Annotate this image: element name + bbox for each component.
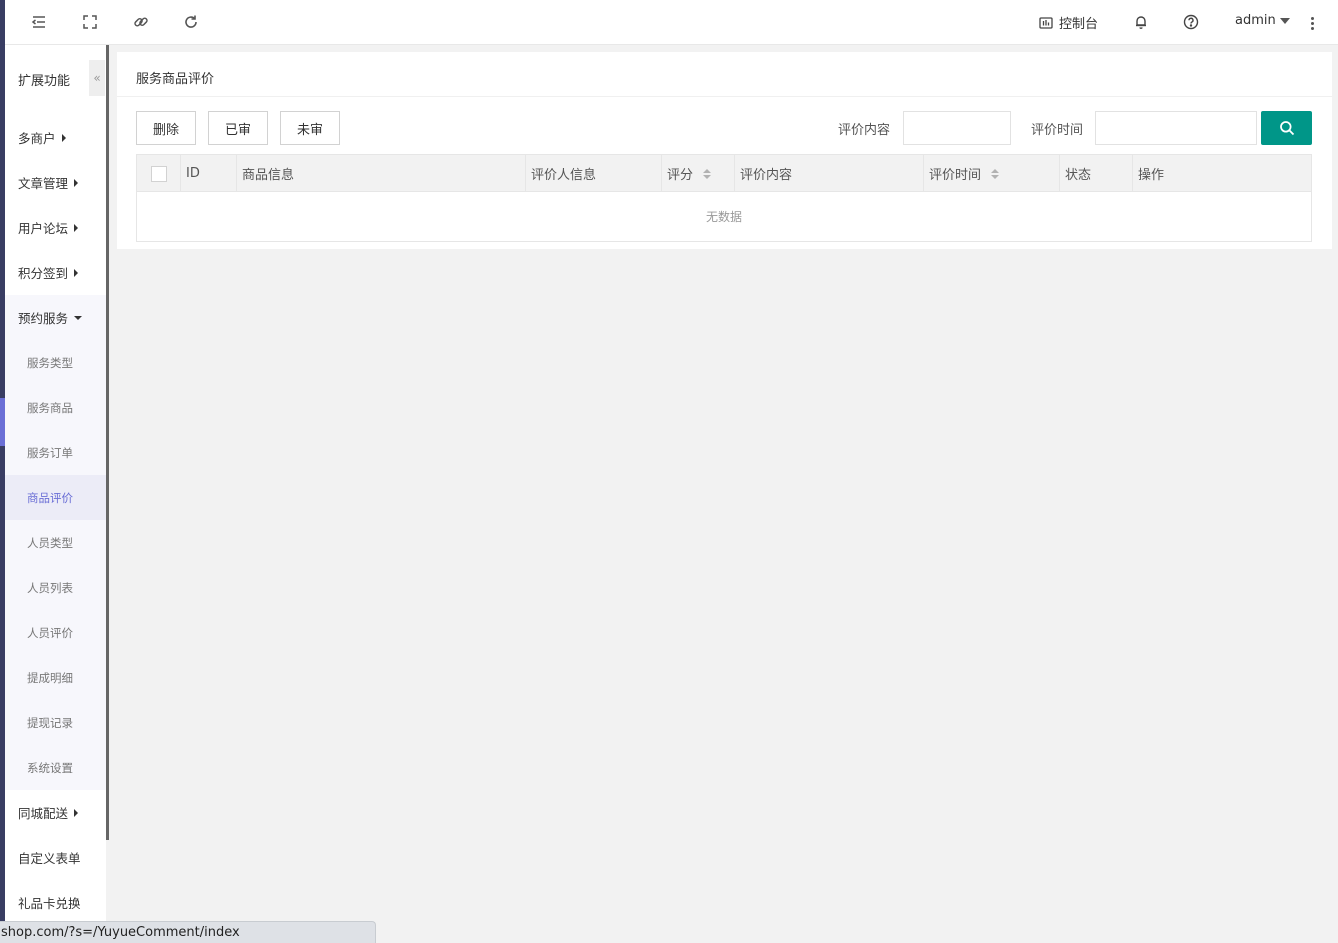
main-panel: 服务商品评价 删除 已审 未审 评价内容 评价时间 ID 商品信息 评价人信息 … (117, 52, 1332, 249)
column-header-status: 状态 (1060, 155, 1133, 192)
sort-icon[interactable] (991, 168, 1000, 179)
user-menu[interactable]: admin (1235, 13, 1290, 28)
search-button[interactable] (1261, 111, 1312, 145)
user-name: admin (1235, 13, 1276, 28)
column-header-actions: 操作 (1138, 168, 1165, 183)
column-header-label: 评分 (667, 168, 694, 183)
chevron-down-icon (74, 315, 83, 320)
submenu-item-service-type[interactable]: 服务类型 (5, 340, 106, 385)
table-header: ID 商品信息 评价人信息 评分 评价内容 评价时间 状态 操作 (137, 155, 1311, 192)
sidebar-item-multi-merchant[interactable]: 多商户 (5, 115, 106, 160)
submenu-item-withdrawal-records[interactable]: 提现记录 (5, 700, 106, 745)
chevron-right-icon (74, 808, 79, 817)
approved-button[interactable]: 已审 (208, 111, 268, 145)
column-header-review-content: 评价内容 (735, 155, 924, 192)
column-header-id: ID (181, 155, 237, 192)
chevron-right-icon (61, 133, 66, 142)
sidebar-item-custom-form[interactable]: 自定义表单 (5, 835, 106, 880)
more-vertical-icon[interactable] (1305, 14, 1319, 32)
sort-icon[interactable] (703, 168, 712, 179)
bell-icon[interactable] (1132, 13, 1150, 31)
search-icon (1279, 121, 1294, 136)
sidebar-item-label: 多商户 (18, 131, 56, 146)
submenu-item-commission-details[interactable]: 提成明细 (5, 655, 106, 700)
submenu-item-goods-reviews[interactable]: 商品评价 (5, 475, 106, 520)
column-header-reviewer-info: 评价人信息 (526, 155, 662, 192)
help-icon[interactable] (1182, 13, 1200, 31)
top-header: 控制台 admin (5, 0, 1338, 45)
sidebar-item-booking-service[interactable]: 预约服务 (5, 295, 106, 340)
submenu-item-staff-type[interactable]: 人员类型 (5, 520, 106, 565)
content-filter-label: 评价内容 (838, 123, 891, 138)
column-header-rating[interactable]: 评分 (662, 155, 735, 192)
sidebar-item-label: 礼品卡兑换 (18, 896, 81, 911)
sidebar-collapse-button[interactable]: « (89, 60, 105, 96)
dashboard-icon (1039, 16, 1053, 29)
refresh-icon[interactable] (182, 13, 200, 31)
page-title: 服务商品评价 (136, 72, 215, 87)
sidebar-item-label: 同城配送 (18, 806, 69, 821)
submenu-item-service-goods[interactable]: 服务商品 (5, 385, 106, 430)
submenu-item-staff-reviews[interactable]: 人员评价 (5, 610, 106, 655)
console-label: 控制台 (1059, 17, 1099, 32)
chevron-down-icon (1279, 17, 1290, 24)
fullscreen-icon[interactable] (81, 13, 99, 31)
empty-state-text: 无数据 (705, 210, 742, 224)
column-header-label: 评价时间 (929, 168, 982, 183)
browser-status-url: shop.com/?s=/YuyueComment/index (0, 921, 376, 943)
select-all-checkbox[interactable] (150, 165, 167, 182)
sidebar-item-label: 用户论坛 (18, 221, 69, 236)
column-header-review-time[interactable]: 评价时间 (924, 155, 1060, 192)
submenu-item-service-orders[interactable]: 服务订单 (5, 430, 106, 475)
delete-button[interactable]: 删除 (136, 111, 196, 145)
chevron-right-icon (74, 268, 79, 277)
sidebar-item-local-delivery[interactable]: 同城配送 (5, 790, 106, 835)
submenu-item-system-settings[interactable]: 系统设置 (5, 745, 106, 790)
panel-divider (117, 96, 1332, 97)
sidebar-item-forum[interactable]: 用户论坛 (5, 205, 106, 250)
menu-toggle-icon[interactable] (30, 13, 48, 31)
sidebar-item-articles[interactable]: 文章管理 (5, 160, 106, 205)
header-select-cell (137, 155, 181, 192)
time-filter-input[interactable] (1095, 111, 1257, 145)
sidebar-scrollbar[interactable] (106, 45, 109, 840)
sidebar-item-label: 文章管理 (18, 176, 69, 191)
submenu-item-staff-list[interactable]: 人员列表 (5, 565, 106, 610)
sidebar-item-label: 预约服务 (18, 311, 69, 326)
content-filter-input[interactable] (903, 111, 1011, 145)
unapproved-button[interactable]: 未审 (280, 111, 340, 145)
sidebar-item-points-checkin[interactable]: 积分签到 (5, 250, 106, 295)
sidebar-item-gift-card[interactable]: 礼品卡兑换 (5, 880, 106, 925)
link-icon[interactable] (132, 13, 150, 31)
sidebar-item-label: 积分签到 (18, 266, 69, 281)
console-link[interactable]: 控制台 (1039, 13, 1098, 32)
chevron-right-icon (74, 178, 79, 187)
column-header-goods-info: 商品信息 (237, 155, 526, 192)
time-filter-label: 评价时间 (1031, 123, 1084, 138)
chevron-right-icon (74, 223, 79, 232)
reviews-table: ID 商品信息 评价人信息 评分 评价内容 评价时间 状态 操作 无数据 (136, 154, 1312, 242)
sidebar-title: 扩展功能 (18, 74, 71, 89)
sidebar-item-label: 自定义表单 (18, 851, 81, 866)
